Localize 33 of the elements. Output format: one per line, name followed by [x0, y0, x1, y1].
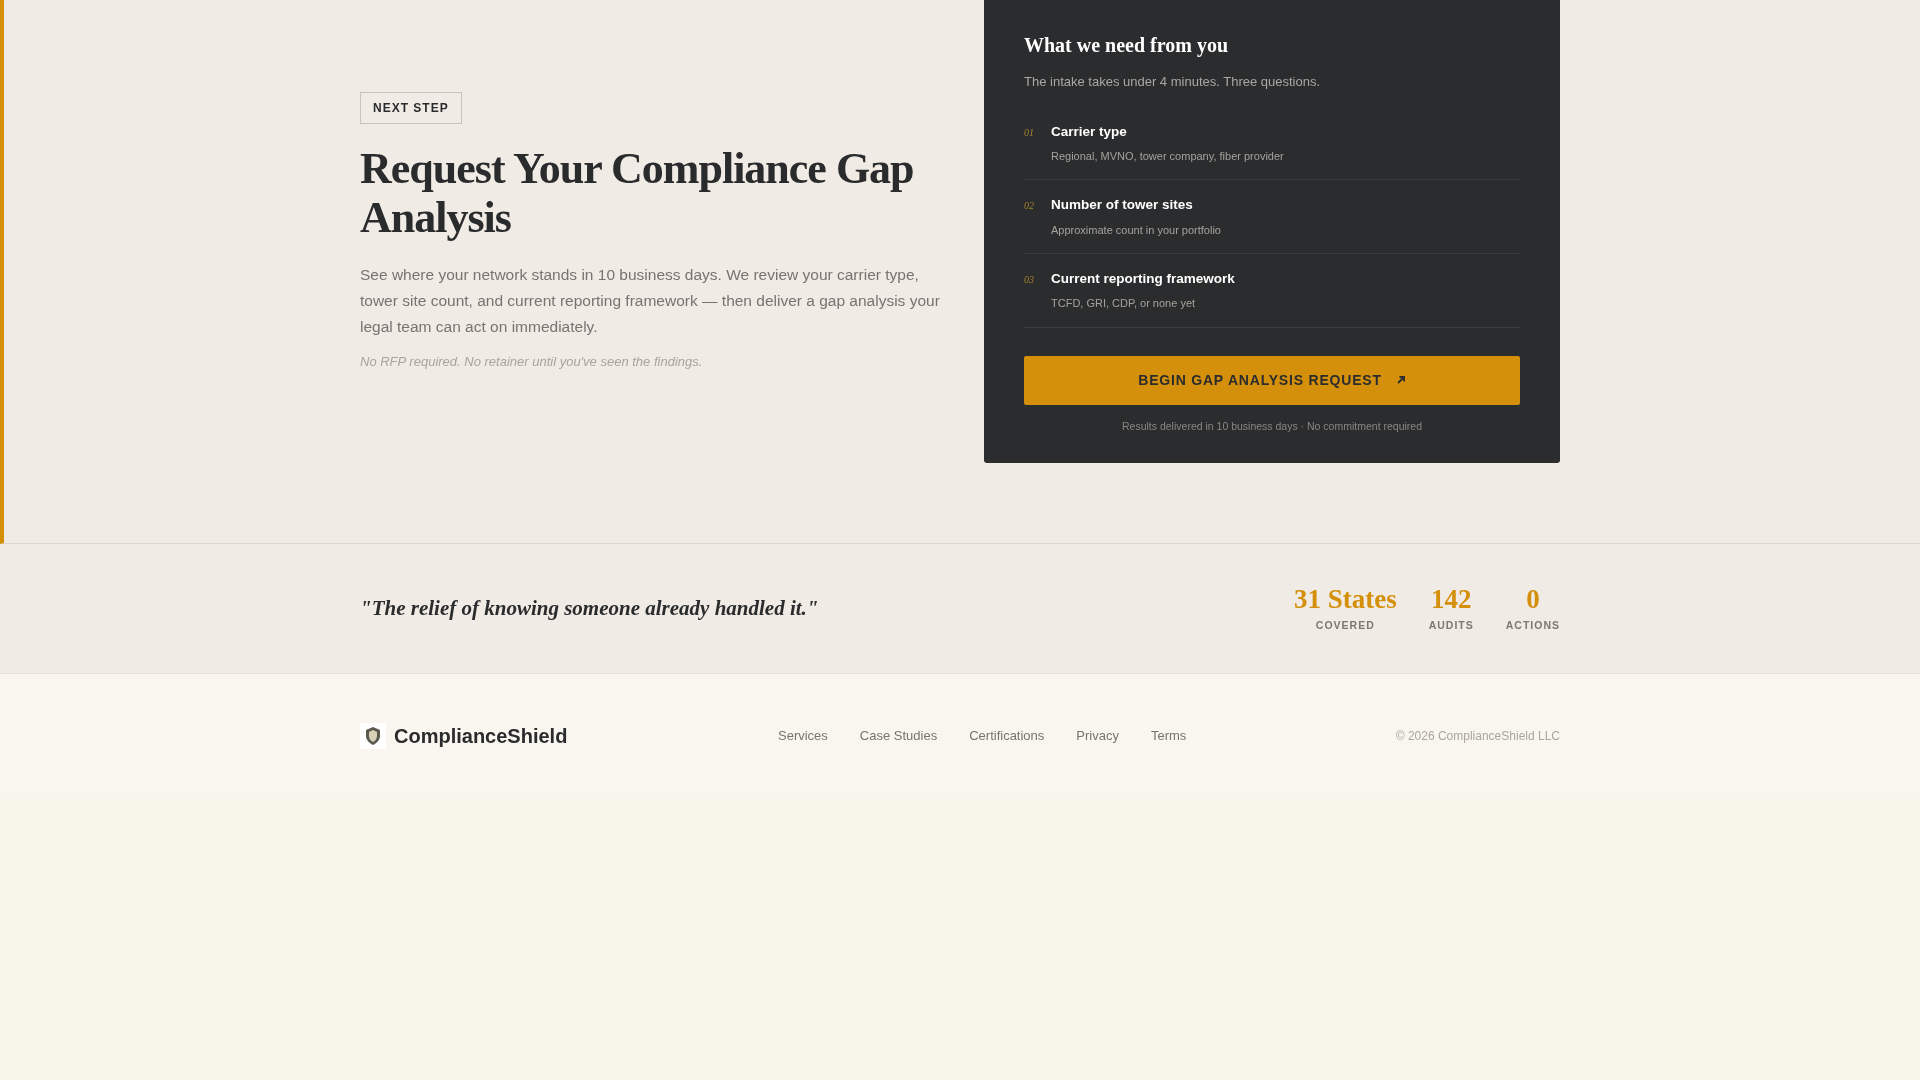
question-number: 02 — [1024, 199, 1035, 214]
question-label: Carrier type — [1051, 122, 1128, 141]
question-label: Current reporting framework — [1051, 270, 1235, 288]
stat-value: 31 States — [1293, 583, 1397, 614]
begin-request-button[interactable]: BEGIN GAP ANALYSIS REQUEST — [1024, 355, 1520, 405]
question-label: Number of tower sites — [1051, 196, 1194, 215]
stat-label: AUDITS — [1428, 617, 1474, 633]
card-footnote: Results delivered in 10 business days · No commitment required — [1121, 418, 1423, 434]
copyright: © 2026 ComplianceShield LLC — [1395, 728, 1560, 745]
footer-link[interactable]: Case Studies — [859, 726, 938, 746]
stat-value: 0 — [1526, 583, 1540, 614]
stat-label: ACTIONS — [1505, 617, 1560, 633]
question-hint: TCFD, GRI, CDP, or none yet — [1051, 296, 1197, 312]
stat-label: COVERED — [1315, 617, 1375, 633]
footer-link[interactable]: Certifications — [969, 726, 1045, 746]
description: See where your network stands in 10 business days. We review your carrier type, tower site count, and current reporting framework — then deliver a gap analysis your legal team can act on immediately. — [360, 265, 940, 337]
step-badge: NEXT STEP — [360, 92, 462, 124]
shield-logo-icon — [360, 723, 386, 749]
question-number: 01 — [1024, 125, 1035, 140]
card-subtitle: The intake takes under 4 minutes. Three questions. — [1024, 73, 1322, 91]
arrow-icon — [1395, 375, 1406, 386]
testimonial-quote: "The relief of knowing someone already handled it." — [360, 594, 819, 622]
question-hint: Approximate count in your portfolio — [1051, 222, 1221, 238]
footer-link[interactable]: Services — [778, 726, 828, 746]
page-title: Request Your Compliance Gap Analysis — [360, 144, 915, 242]
question-number: 03 — [1024, 273, 1035, 287]
brand-name: ComplianceShield — [394, 724, 568, 749]
question-hint: Regional, MVNO, tower company, fiber provider — [1051, 148, 1284, 164]
stat-value: 142 — [1430, 583, 1472, 614]
card-title: What we need from you — [1024, 33, 1230, 59]
footer-link[interactable]: Privacy — [1076, 726, 1119, 746]
footer-link[interactable]: Terms — [1150, 726, 1187, 746]
note: No RFP required. No retainer until you've seen the findings. — [360, 353, 703, 371]
